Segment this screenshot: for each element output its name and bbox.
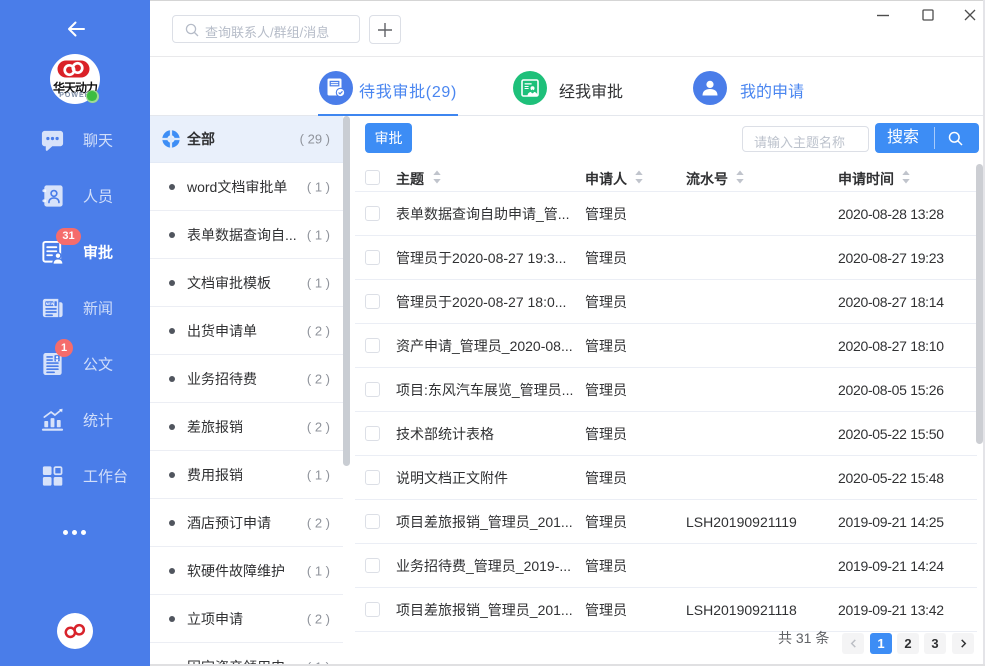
- svg-text:NEW: NEW: [46, 302, 55, 306]
